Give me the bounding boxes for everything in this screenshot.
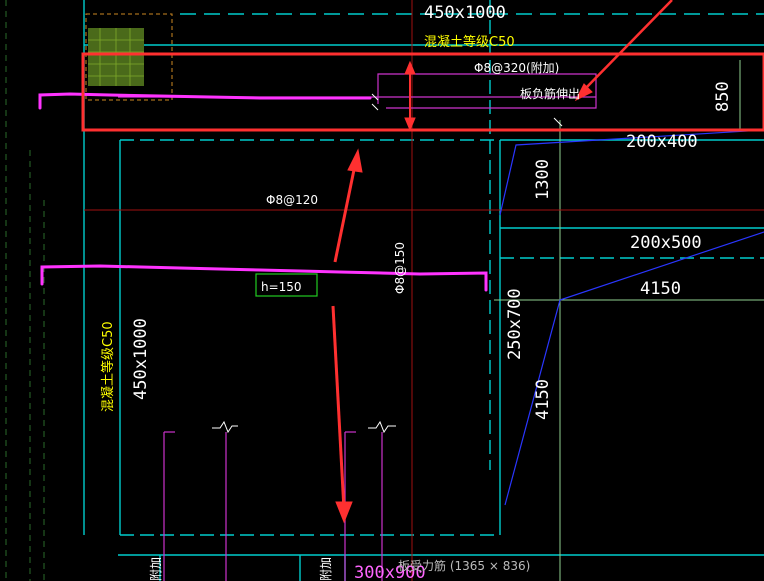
top-beam-label: 450x1000 bbox=[424, 3, 506, 23]
rebar-mid-label: Φ8@120 bbox=[266, 193, 318, 207]
beam-200x400-label: 200x400 bbox=[626, 132, 698, 152]
beam-250x700-label: 250x700 bbox=[505, 288, 525, 360]
left-axis-lines bbox=[5, 0, 45, 581]
cad-canvas[interactable]: 450x1000 混凝土等级C50 Φ8@320(附加) 板负筋伸出 850 2… bbox=[0, 0, 764, 581]
cad-drawing: 450x1000 混凝土等级C50 Φ8@320(附加) 板负筋伸出 850 2… bbox=[5, 0, 764, 581]
breakline-symbols bbox=[212, 420, 396, 434]
rebar-vert-label: Φ8@150 bbox=[393, 242, 407, 294]
slab-thickness-label: h=150 bbox=[261, 280, 302, 294]
rebar-top-label: Φ8@320(附加) bbox=[474, 61, 559, 75]
beam-200x500-label: 200x500 bbox=[630, 233, 702, 253]
image-caption: 板受力筋 (1365 × 836) bbox=[398, 559, 531, 573]
dim-850: 850 bbox=[713, 81, 733, 112]
concrete-grade-left: 混凝土等级C50 bbox=[100, 321, 116, 412]
dim-4150-h: 4150 bbox=[640, 279, 681, 299]
fujia-label-2: 附加 bbox=[319, 557, 333, 581]
dim-1300: 1300 bbox=[533, 159, 553, 200]
neg-rebar-ext-label: 板负筋伸出 bbox=[520, 86, 580, 101]
highlight-strokes bbox=[38, 92, 488, 292]
red-arrows bbox=[331, 0, 673, 524]
red-annotation-box bbox=[81, 52, 764, 132]
concrete-grade-top: 混凝土等级C50 bbox=[424, 34, 515, 50]
fujia-label-1: 附加 bbox=[149, 557, 163, 581]
dim-4150-v: 4150 bbox=[533, 379, 553, 420]
left-beam-label: 450x1000 bbox=[131, 318, 151, 400]
column-block bbox=[85, 13, 173, 101]
